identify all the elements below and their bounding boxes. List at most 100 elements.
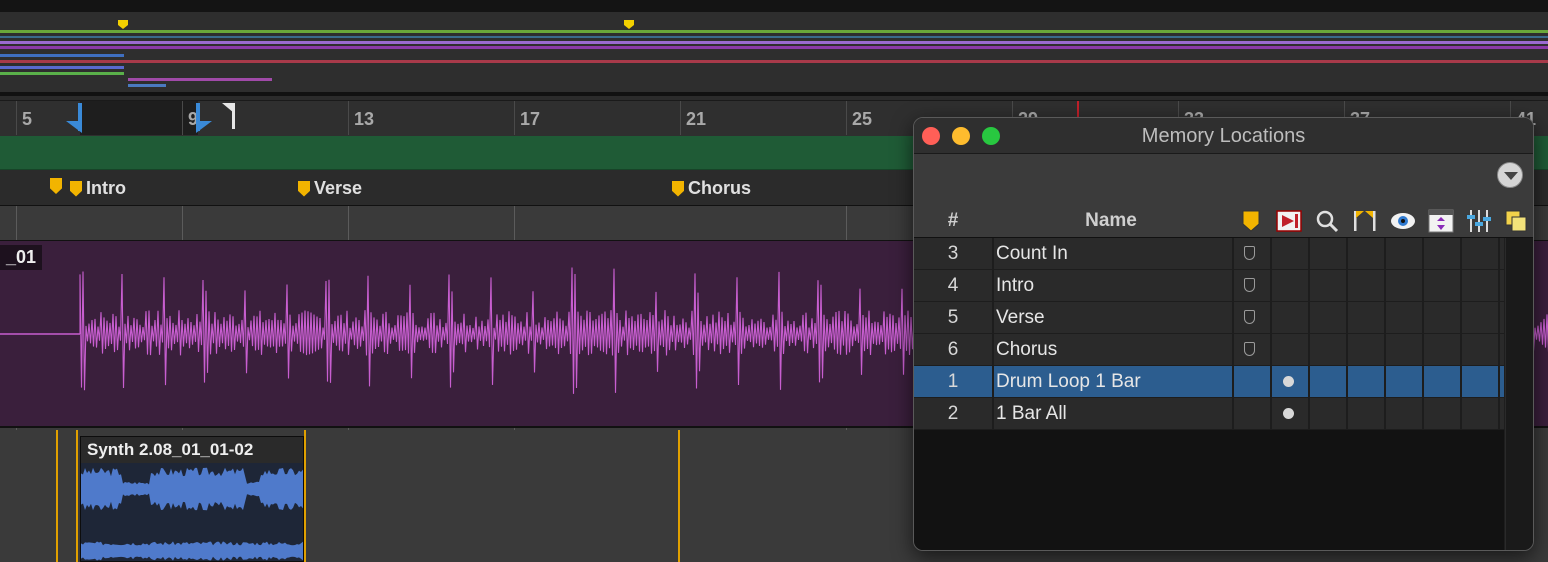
overview-track-band <box>128 78 272 81</box>
memory-location-row[interactable]: 2 1 Bar All <box>914 398 1504 430</box>
list-empty-area[interactable] <box>914 430 1504 550</box>
clip-name[interactable]: _01 <box>0 245 43 270</box>
marker-label: Verse <box>314 178 363 198</box>
window-titlebar[interactable]: Memory Locations <box>914 118 1533 154</box>
column-divider <box>1422 366 1424 398</box>
column-divider <box>992 398 994 430</box>
ruler-tick <box>514 101 515 135</box>
ruler-bar-number: 5 <box>22 109 33 129</box>
memory-location-row[interactable]: 5 Verse <box>914 302 1504 334</box>
selection-start-arrow-icon[interactable] <box>66 103 84 133</box>
column-divider <box>1498 398 1500 430</box>
column-divider <box>1384 270 1386 302</box>
memory-location-row-selected[interactable]: 1 Drum Loop 1 Bar <box>914 366 1504 398</box>
header-number[interactable]: # <box>914 204 992 238</box>
track-height-icon[interactable] <box>1428 208 1454 234</box>
column-divider <box>1498 334 1500 366</box>
column-divider <box>1384 334 1386 366</box>
marker-count-in[interactable] <box>50 178 66 194</box>
location-name: 1 Bar All <box>996 403 1067 424</box>
session-overview[interactable] <box>0 0 1548 96</box>
column-divider <box>992 302 994 334</box>
column-divider <box>1498 302 1500 334</box>
overview-divider <box>0 92 1548 96</box>
zoom-icon[interactable] <box>1314 208 1340 234</box>
timeline-selection <box>80 101 198 135</box>
window-configuration-icon[interactable] <box>1504 208 1530 234</box>
column-header: # Name <box>914 204 1533 238</box>
ruler-bar-number: 13 <box>354 109 375 129</box>
marker-intro[interactable]: Intro <box>70 178 126 199</box>
marker-line <box>678 430 680 562</box>
clip-selection-icon[interactable] <box>1276 208 1302 234</box>
overview-track-band <box>0 66 124 69</box>
location-name: Intro <box>996 275 1035 296</box>
memory-locations-window[interactable]: Memory Locations # Name 3 Count In 4 Int… <box>913 117 1534 551</box>
ruler-bar-number: 21 <box>686 109 707 129</box>
location-number: 3 <box>947 243 959 264</box>
pre-post-roll-icon[interactable] <box>1352 208 1378 234</box>
ruler-bar-number: 17 <box>520 109 541 129</box>
location-number: 4 <box>947 275 959 296</box>
location-name: Drum Loop 1 Bar <box>996 371 1141 392</box>
marker-label: Chorus <box>688 178 751 198</box>
ruler-tick <box>16 101 17 135</box>
post-roll-flag-icon[interactable] <box>222 103 236 131</box>
track2-waveform <box>81 467 303 561</box>
column-divider <box>1498 270 1500 302</box>
column-divider <box>1270 366 1272 398</box>
ruler-tick <box>846 101 847 135</box>
column-divider <box>1232 302 1234 334</box>
ruler-bar-number: 25 <box>852 109 873 129</box>
selection-end-arrow-icon[interactable] <box>194 103 212 133</box>
column-divider <box>1308 366 1310 398</box>
location-name: Chorus <box>996 339 1058 360</box>
location-name: Count In <box>996 243 1068 264</box>
waveform-path <box>81 467 303 511</box>
column-divider <box>992 334 994 366</box>
column-divider <box>1270 238 1272 270</box>
marker-icon[interactable] <box>1238 208 1264 234</box>
column-divider <box>1232 334 1234 366</box>
marker-verse[interactable]: Verse <box>298 178 362 199</box>
memory-location-row[interactable]: 3 Count In <box>914 238 1504 270</box>
window-toolbar <box>914 154 1533 204</box>
column-divider <box>1422 270 1424 302</box>
column-divider <box>1384 398 1386 430</box>
overview-track-band <box>0 54 124 57</box>
column-divider <box>992 270 994 302</box>
overview-top-bar <box>0 0 1548 12</box>
selection-dot-icon <box>1283 376 1294 387</box>
column-divider <box>1460 398 1462 430</box>
column-divider <box>1460 366 1462 398</box>
column-divider <box>1270 270 1272 302</box>
column-divider <box>1308 270 1310 302</box>
memory-location-row[interactable]: 6 Chorus <box>914 334 1504 366</box>
location-number: 2 <box>947 403 959 424</box>
marker-icon <box>50 178 62 194</box>
column-divider <box>1422 334 1424 366</box>
column-divider <box>1232 238 1234 270</box>
group-enables-icon[interactable] <box>1466 208 1492 234</box>
overview-track-band <box>0 72 124 75</box>
overview-track-band <box>0 36 1548 38</box>
vertical-scrollbar[interactable] <box>1505 238 1533 550</box>
column-divider <box>1460 302 1462 334</box>
column-divider <box>1346 398 1348 430</box>
column-divider <box>1346 334 1348 366</box>
marker-line <box>304 430 306 562</box>
options-menu-button[interactable] <box>1497 162 1523 188</box>
track-show-hide-icon[interactable] <box>1390 208 1416 234</box>
marker-pin-icon <box>1244 310 1255 324</box>
header-name[interactable]: Name <box>992 204 1230 238</box>
column-divider <box>1460 270 1462 302</box>
column-divider <box>1232 270 1234 302</box>
marker-label: Intro <box>86 178 126 198</box>
memory-location-row[interactable]: 4 Intro <box>914 270 1504 302</box>
synth-clip[interactable]: Synth 2.08_01_01-02 <box>80 436 304 562</box>
column-divider <box>1498 366 1500 398</box>
marker-chorus[interactable]: Chorus <box>672 178 751 199</box>
marker-pin-icon <box>1244 278 1255 292</box>
column-divider <box>1270 398 1272 430</box>
ruler-tick <box>348 101 349 135</box>
